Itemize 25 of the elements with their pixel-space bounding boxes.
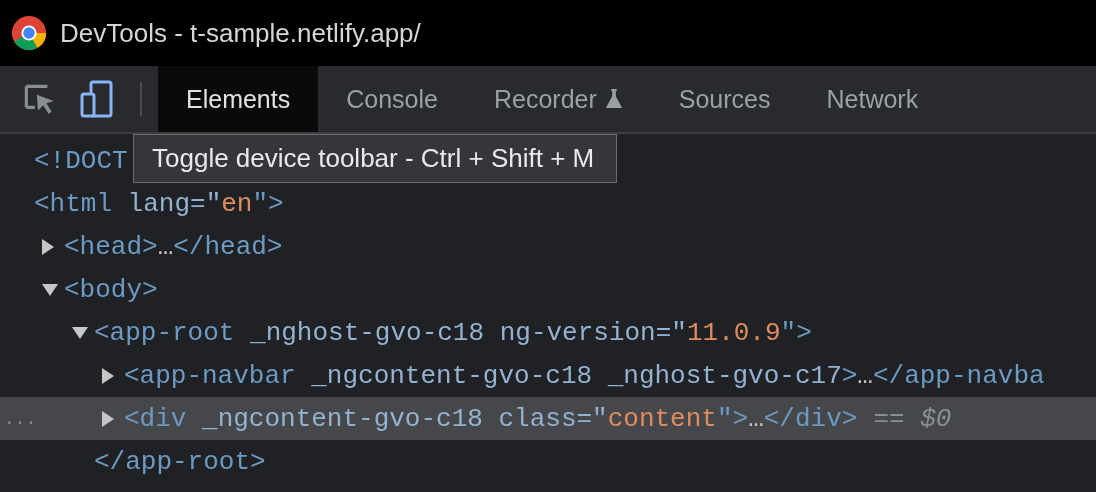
device-toolbar-button[interactable] [78, 79, 116, 119]
dom-node-code: <html lang="en"> [34, 188, 284, 219]
dom-node-code: <app-root _nghost-gvo-c18 ng-version="11.0.9"> [94, 317, 812, 348]
expand-triangle-icon[interactable] [42, 283, 58, 296]
tooltip: Toggle device toolbar - Ctrl + Shift + M [133, 134, 618, 183]
expand-triangle-icon[interactable] [102, 367, 114, 384]
expand-triangle-icon[interactable] [102, 410, 114, 427]
expand-triangle-icon[interactable] [42, 238, 54, 255]
expand-triangle-icon[interactable] [72, 326, 88, 339]
closing-tag: </app-root> [94, 446, 266, 477]
panel-tab[interactable]: Console [318, 66, 466, 132]
window-title: DevTools - t-sample.netlify.app/ [60, 17, 421, 49]
dom-node-code: <div _ngcontent-gvo-c18 class="content">…</div> [124, 403, 858, 434]
dom-node-code: <head>…</head> [64, 231, 283, 262]
panel-tab[interactable]: Recorder [465, 66, 651, 132]
dom-node-code: <body> [64, 274, 158, 305]
panel-tab[interactable]: Sources [650, 66, 799, 132]
browser-logo-icon [10, 14, 48, 52]
panel-tab[interactable]: Network [798, 66, 947, 132]
selected-dom-row[interactable]: ... <div _ngcontent-gvo-c18 class="content">…</div> == $0 [0, 397, 1096, 440]
panel-tab[interactable]: Elements [158, 66, 319, 132]
dom-node-code: <!DOCT [34, 145, 128, 176]
dom-node-code: <app-navbar _ngcontent-gvo-c18 _nghost-gvo-c17>…</app-navba [124, 360, 1045, 391]
row-menu-dots[interactable]: ... [4, 408, 37, 429]
selected-node-marker: == $0 [873, 403, 952, 434]
